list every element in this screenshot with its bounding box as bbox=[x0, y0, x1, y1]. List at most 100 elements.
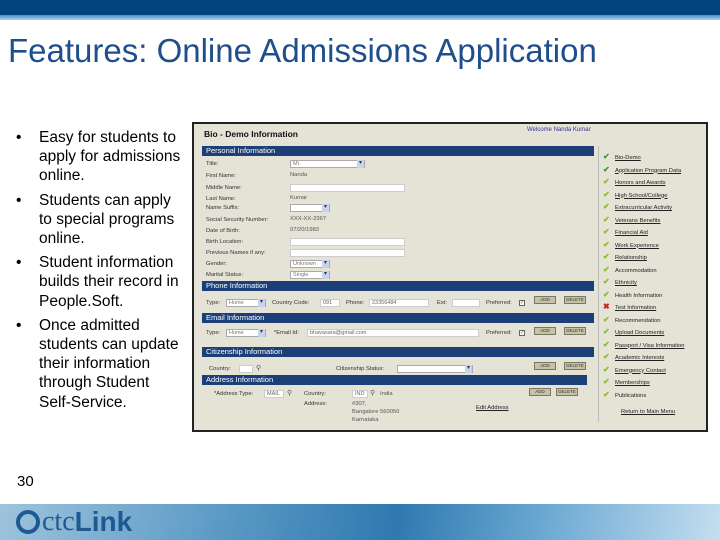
logo-swirl-icon bbox=[16, 510, 40, 534]
lookup-icon[interactable]: ⚲ bbox=[256, 364, 261, 372]
sidebar-item-label: Academic Interests bbox=[615, 355, 665, 361]
sidebar-item[interactable]: ✔ Upload Documents bbox=[603, 327, 664, 336]
country-code-input[interactable]: 091 bbox=[320, 299, 340, 307]
sidebar-item[interactable]: ✔ Academic Interests bbox=[603, 352, 664, 361]
email-preferred-checkbox[interactable]: ✓ bbox=[519, 330, 525, 336]
check-icon: ✔ bbox=[603, 152, 610, 161]
field-label: Name Suffix: bbox=[206, 205, 240, 211]
label: Preferred: bbox=[486, 300, 512, 306]
field-input[interactable] bbox=[290, 184, 405, 192]
sidebar-item[interactable]: ✔ Publications bbox=[603, 390, 646, 399]
check-icon: ✔ bbox=[603, 327, 610, 336]
edit-address-link[interactable]: Edit Address bbox=[476, 405, 509, 411]
phone-add-button[interactable]: ADD bbox=[534, 296, 556, 304]
sidebar-item-label: Relationship bbox=[615, 255, 647, 261]
sidebar-item[interactable]: ✔ Extracurricular Activity bbox=[603, 202, 672, 211]
check-icon: ✔ bbox=[603, 314, 610, 324]
footer-banner: ctc Link bbox=[0, 504, 720, 540]
sidebar-item[interactable]: ✔ Honors and Awards bbox=[603, 177, 666, 186]
field-label: Birth Location: bbox=[206, 239, 244, 245]
email-add-button[interactable]: ADD bbox=[534, 327, 556, 335]
email-input[interactable]: bhavasara@gmail.com bbox=[307, 329, 479, 337]
sidebar-item[interactable]: ✔ Application Program Data bbox=[603, 165, 681, 174]
sidebar-item[interactable]: ✔ High School/College bbox=[603, 190, 668, 199]
field-input[interactable] bbox=[290, 249, 405, 257]
ctclink-logo: ctc Link bbox=[16, 506, 132, 538]
sidebar-item[interactable]: ✔ Emergency Contact bbox=[603, 365, 666, 374]
ext-input[interactable] bbox=[452, 299, 480, 307]
check-icon: ✔ bbox=[603, 239, 610, 249]
label: *Email Id: bbox=[274, 330, 299, 336]
sidebar-item[interactable]: ✖ Test Information bbox=[603, 302, 656, 311]
check-icon: ✔ bbox=[603, 227, 610, 236]
sidebar-item[interactable]: ✔ Passport / Visa Information bbox=[603, 340, 685, 349]
slide-title: Features: Online Admissions Application bbox=[8, 32, 597, 69]
sidebar-item-label: Ethnicity bbox=[615, 280, 637, 286]
citizenship-status-select[interactable] bbox=[397, 365, 473, 373]
sidebar-item[interactable]: ✔ Work Experience bbox=[603, 240, 659, 249]
return-main-menu-link[interactable]: Return to Main Menu bbox=[621, 409, 675, 415]
field-select[interactable] bbox=[290, 204, 330, 212]
check-icon: ✔ bbox=[603, 177, 610, 186]
field-input[interactable] bbox=[290, 238, 405, 246]
sidebar-item[interactable]: ✔ Ethnicity bbox=[603, 277, 637, 286]
phone-type-select[interactable]: Home bbox=[226, 299, 266, 307]
citizenship-add-button[interactable]: ADD bbox=[534, 362, 556, 370]
check-icon: ✔ bbox=[603, 164, 610, 174]
citizenship-delete-button[interactable]: DELETE bbox=[564, 362, 586, 370]
field-value: 07/20/1983 bbox=[290, 227, 320, 233]
label: Country Code: bbox=[272, 300, 310, 306]
error-icon: ✖ bbox=[603, 302, 610, 311]
label: Citizenship Status: bbox=[336, 366, 385, 372]
field-select[interactable]: Unknown bbox=[290, 260, 330, 268]
phone-delete-button[interactable]: DELETE bbox=[564, 296, 586, 304]
bullet-list: • Easy for students to apply for admissio… bbox=[14, 128, 184, 417]
welcome-text: Welcome Nanda Kumar bbox=[527, 127, 591, 133]
sidebar-item[interactable]: ✔ Veterans Benefits bbox=[603, 215, 660, 224]
check-icon: ✔ bbox=[603, 377, 610, 386]
address-country-input[interactable]: IND bbox=[352, 390, 368, 398]
bullet-item: • Once admitted students can update their… bbox=[16, 316, 179, 411]
email-type-select[interactable]: Home bbox=[226, 329, 266, 337]
sidebar-item-label: Health Information bbox=[615, 292, 663, 299]
field-select[interactable]: Mr. bbox=[290, 160, 365, 168]
sidebar-item[interactable]: ✔ Health Information bbox=[603, 290, 662, 299]
address-type-input[interactable]: MAIL bbox=[264, 390, 284, 398]
field-label: Social Security Number: bbox=[206, 217, 269, 223]
label: Country: bbox=[304, 391, 326, 397]
top-stripe bbox=[0, 15, 720, 20]
field-select[interactable]: Single bbox=[290, 271, 330, 279]
sidebar-item-label: Bio-Demo bbox=[615, 155, 641, 161]
check-icon: ✔ bbox=[603, 202, 610, 211]
bullet-item: • Easy for students to apply for admissio… bbox=[16, 129, 181, 185]
field-label: First Name: bbox=[206, 173, 236, 179]
label: Address: bbox=[304, 401, 327, 407]
check-icon: ✔ bbox=[603, 252, 610, 261]
check-icon: ✔ bbox=[603, 364, 610, 374]
address-delete-button[interactable]: DELETE bbox=[556, 388, 578, 396]
lookup-icon[interactable]: ⚲ bbox=[287, 389, 292, 397]
label: Preferred: bbox=[486, 330, 512, 336]
sidebar-item[interactable]: ✔ Financial Aid bbox=[603, 227, 648, 236]
sidebar-item[interactable]: ✔ Recommendation bbox=[603, 315, 660, 324]
lookup-icon[interactable]: ⚲ bbox=[370, 389, 375, 397]
address-line: Karnataka bbox=[352, 417, 379, 423]
sidebar-item[interactable]: ✔ Accommodation bbox=[603, 265, 657, 274]
sidebar-item[interactable]: ✔ Relationship bbox=[603, 252, 647, 261]
sidebar-item[interactable]: ✔ Bio-Demo bbox=[603, 152, 641, 161]
sidebar-item[interactable]: ✔ Memberships bbox=[603, 377, 650, 386]
country-name: India bbox=[380, 391, 393, 397]
label: Type: bbox=[206, 300, 221, 306]
phone-input[interactable]: 23356484 bbox=[369, 299, 429, 307]
check-icon: ✔ bbox=[603, 339, 610, 349]
check-icon: ✔ bbox=[603, 189, 610, 199]
email-delete-button[interactable]: DELETE bbox=[564, 327, 586, 335]
sidebar-item-label: Upload Documents bbox=[615, 330, 665, 336]
bullet-item: • Student information builds their record… bbox=[16, 254, 179, 310]
check-icon: ✔ bbox=[603, 277, 610, 286]
address-add-button[interactable]: ADD bbox=[529, 388, 551, 396]
phone-preferred-checkbox[interactable]: ✓ bbox=[519, 300, 525, 306]
sidebar-item-label: Accommodation bbox=[615, 267, 657, 274]
label: Phone: bbox=[346, 300, 365, 306]
citizenship-country-input[interactable] bbox=[239, 365, 253, 373]
